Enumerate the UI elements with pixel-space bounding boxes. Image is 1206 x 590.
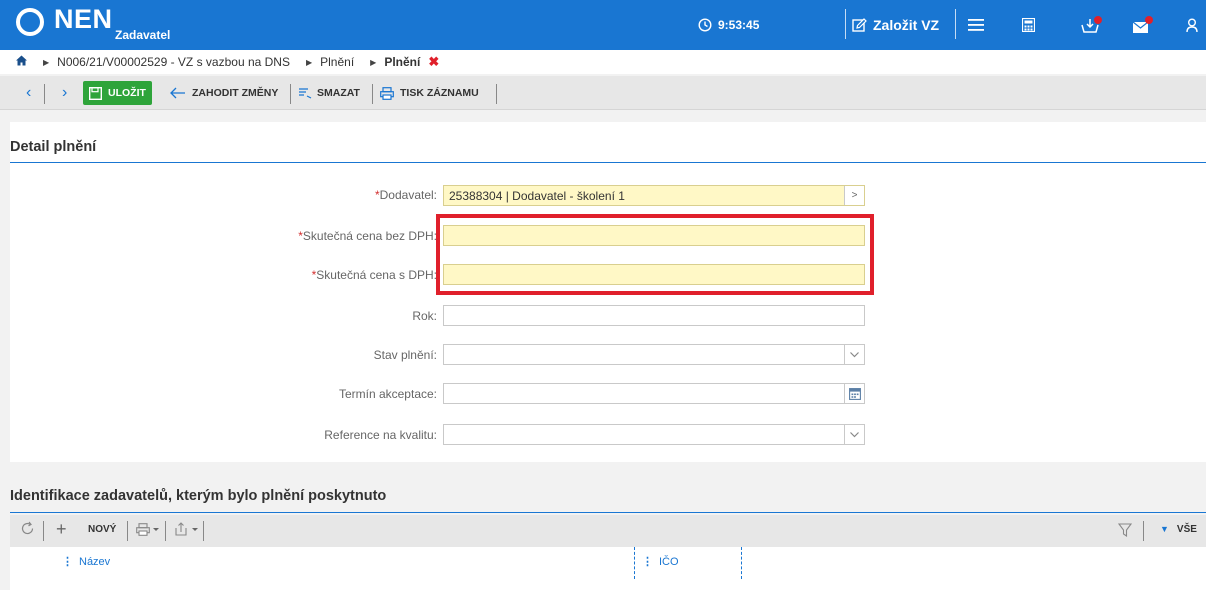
breadcrumb-arrow-icon: ▶ [305,57,313,67]
export-dropdown-icon[interactable] [175,522,199,541]
acceptance-date-input[interactable] [443,383,865,404]
quality-reference-select[interactable] [443,424,865,445]
print-label: TISK ZÁZNAMU [400,87,479,99]
create-vz-button[interactable]: Založit VZ [852,0,939,50]
close-icon[interactable]: ✖ [428,54,439,70]
app-logo[interactable]: NEN [54,4,113,35]
app-logo-subtitle: Zadavatel [115,28,171,42]
toolbar-divider [203,521,204,541]
supplier-value: 25388304 | Dodavatel - školení 1 [449,189,625,203]
year-label: Rok: [412,309,437,323]
calculator-button[interactable] [1022,0,1035,50]
calendar-icon[interactable] [844,384,864,403]
column-menu-icon[interactable]: ⋮ [62,556,73,568]
price-with-vat-label-text: Skutečná cena s DPH: [316,268,437,282]
new-button[interactable]: NOVÝ [88,524,116,535]
clock-icon [698,18,712,32]
column-ico-label: IČO [659,556,679,568]
filter-icon[interactable] [1117,523,1133,542]
breadcrumb-item-contract[interactable]: N006/21/V00002529 - VZ s vazbou na DNS [57,55,290,69]
toolbar-divider [44,84,45,104]
user-icon [1186,18,1198,32]
section-divider [10,162,1206,163]
printer-icon [380,86,394,100]
erase-icon [299,88,312,99]
grid-toolbar: + NOVÝ ▼ VŠE [10,515,1206,547]
menu-button[interactable] [968,0,984,50]
clock-time: 9:53:45 [718,18,760,32]
refresh-icon[interactable] [20,521,35,541]
supplier-field[interactable]: 25388304 | Dodavatel - školení 1 > [443,185,865,206]
hamburger-icon [968,19,984,31]
toolbar-divider [43,521,44,541]
print-dropdown-icon[interactable] [136,523,160,541]
messages-button[interactable] [1132,0,1154,50]
forward-arrow-icon[interactable]: › [62,81,67,105]
column-menu-icon[interactable]: ⋮ [642,556,653,568]
detail-section-title: Detail plnění [10,139,97,155]
toolbar-divider [496,84,497,104]
year-input[interactable] [443,305,865,326]
app-header: NEN Zadavatel 9:53:45 Založit VZ [0,0,1206,50]
delete-button[interactable]: SMAZAT [298,81,360,105]
header-divider [955,9,956,39]
supplier-label-text: Dodavatel: [379,188,437,202]
nen-logo-icon [16,8,44,36]
price-without-vat-label: *Skutečná cena bez DPH: [17,229,437,243]
chevron-down-icon: ▼ [1160,524,1169,534]
save-label: ULOŽIT [108,87,146,99]
save-button[interactable]: ULOŽIT [83,81,152,105]
toolbar-divider [1143,521,1144,541]
view-filter-dropdown[interactable]: ▼ VŠE [1160,524,1197,535]
fulfillment-state-label: Stav plnění: [373,348,437,362]
plus-icon[interactable]: + [56,519,67,540]
column-header-ico[interactable]: ⋮ IČO [642,555,679,568]
supplier-label: *Dodavatel: [17,188,437,202]
breadcrumb-arrow-icon: ▶ [43,57,50,67]
home-icon[interactable] [16,55,27,69]
session-clock: 9:53:45 [698,0,759,50]
breadcrumb-item-plneni[interactable]: Plnění [320,55,354,69]
toolbar-divider [165,521,166,541]
back-arrow-icon[interactable]: ‹ [26,81,31,105]
user-button[interactable] [1186,0,1198,50]
column-name-label: Název [79,556,111,568]
calculator-icon [1022,18,1035,32]
column-header-name[interactable]: ⋮ Název [62,555,110,568]
fulfillment-state-select[interactable] [443,344,865,365]
price-without-vat-label-text: Skutečná cena bez DPH: [302,229,437,243]
chevron-down-icon[interactable] [844,425,864,444]
toolbar-divider [290,84,291,104]
grid-section-title: Identifikace zadavatelů, kterým bylo pln… [10,488,387,504]
breadcrumb-arrow-icon: ▶ [370,57,377,67]
grid-header: ⋮ Název ⋮ IČO [10,547,1206,590]
toolbar-divider [127,521,128,541]
inbox-icon [1081,16,1102,33]
edit-icon [852,17,867,32]
mail-icon [1132,16,1153,33]
print-record-button[interactable]: TISK ZÁZNAMU [380,81,479,105]
column-divider[interactable] [634,547,635,579]
discard-changes-button[interactable]: ZAHODIT ZMĚNY [170,81,278,105]
column-divider[interactable] [741,547,742,579]
undo-icon [170,87,185,99]
delete-label: SMAZAT [317,87,360,99]
toolbar-divider [372,84,373,104]
inbox-button[interactable] [1080,0,1102,50]
acceptance-date-label: Termín akceptace: [338,387,437,401]
price-with-vat-label: *Skutečná cena s DPH: [17,268,437,282]
section-divider [10,512,1206,513]
create-vz-label: Založit VZ [873,17,940,33]
action-toolbar: ‹ › ULOŽIT ZAHODIT ZMĚNY SMAZAT TISK ZÁZ… [0,76,1206,110]
discard-label: ZAHODIT ZMĚNY [192,87,279,99]
chevron-right-icon[interactable]: > [844,186,864,205]
header-divider [845,9,846,39]
quality-reference-label: Reference na kvalitu: [324,428,437,442]
chevron-down-icon[interactable] [844,345,864,364]
view-filter-label: VŠE [1176,524,1197,535]
highlight-box [436,214,874,295]
breadcrumb-item-current: Plnění [384,55,421,69]
breadcrumb: ▶ N006/21/V00002529 - VZ s vazbou na DNS… [0,50,1206,74]
save-icon [89,86,102,100]
